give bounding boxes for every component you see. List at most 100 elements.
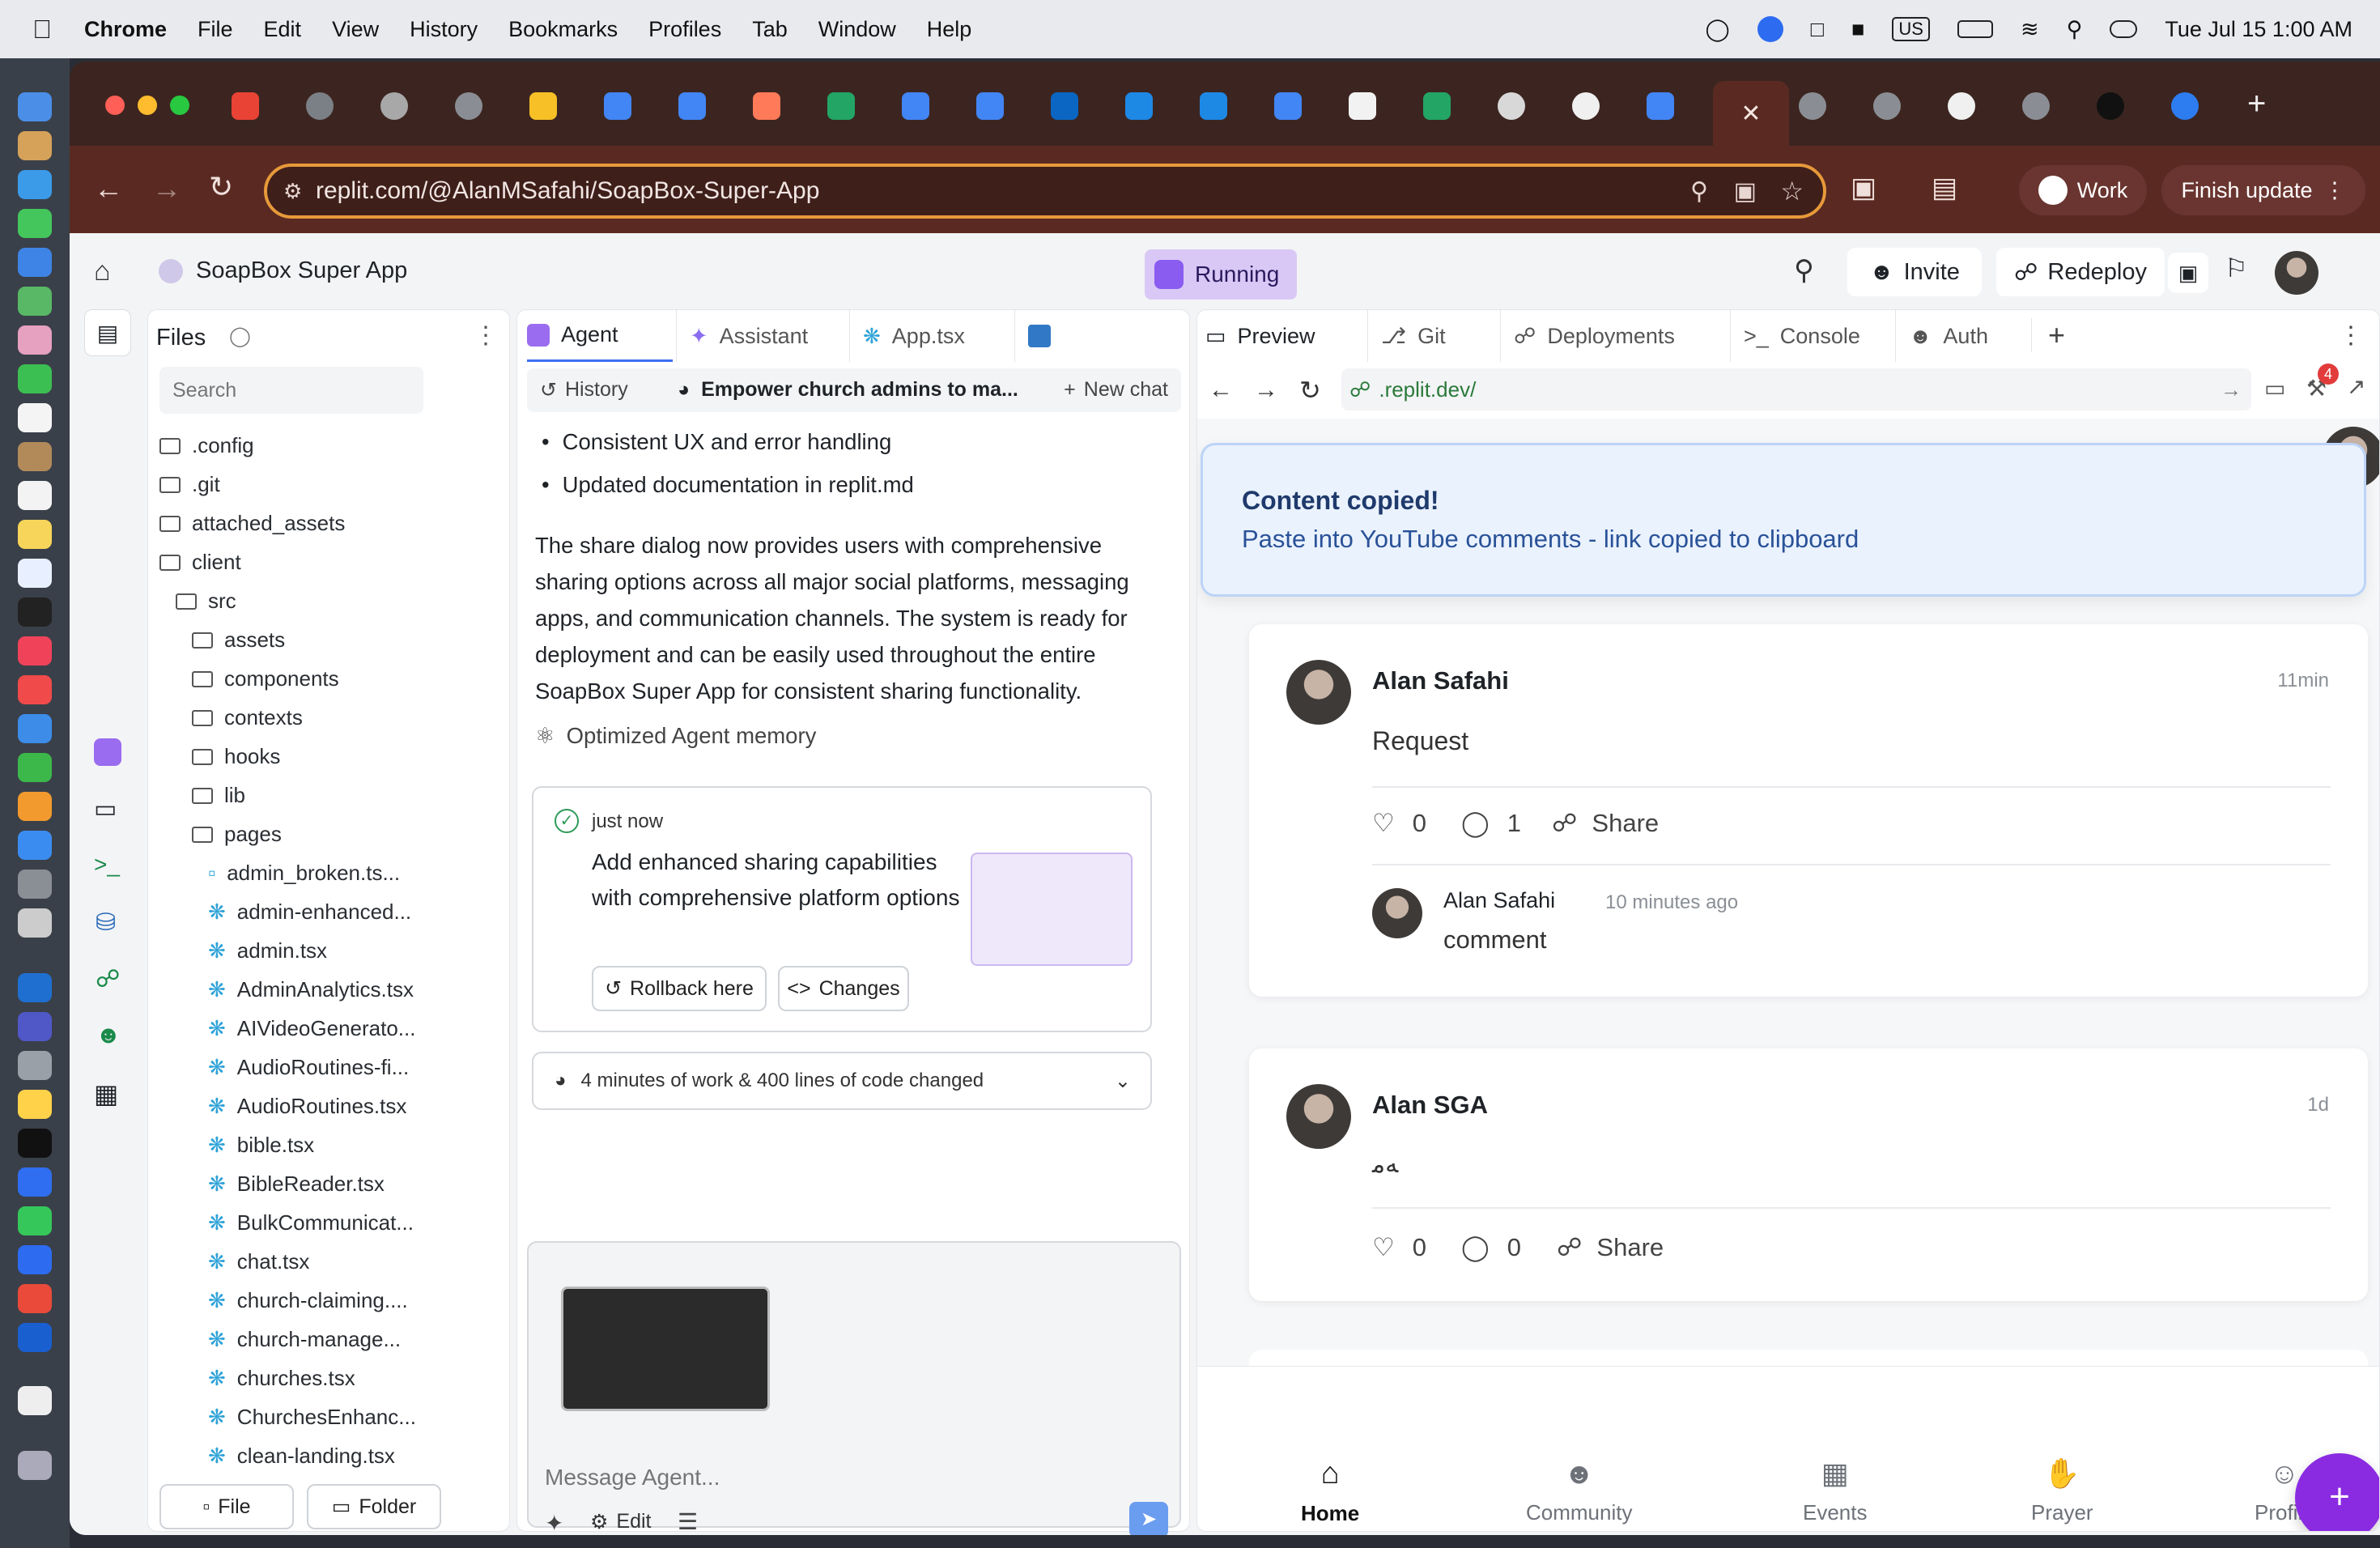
add-tab-icon[interactable]: +	[2031, 318, 2065, 352]
run-status-button[interactable]: Running	[1145, 249, 1297, 300]
device-preview-icon[interactable]: ▭	[2264, 375, 2285, 402]
replit-agent-icon[interactable]	[94, 738, 121, 766]
history-button[interactable]: ↺ History	[540, 378, 628, 402]
dock-app-icon[interactable]	[18, 1090, 52, 1119]
tab-search-icon[interactable]: ▤	[1932, 172, 1957, 204]
search-icon[interactable]: ⚲	[1794, 254, 1814, 287]
folder-pages[interactable]: pages	[192, 822, 282, 847]
tab-github-icon[interactable]	[1948, 92, 1975, 120]
comment-author[interactable]: Alan Safahi	[1443, 888, 1555, 913]
changes-button[interactable]: <> Changes	[778, 966, 909, 1011]
close-tab-icon[interactable]: ✕	[1740, 100, 1761, 128]
menu-help[interactable]: Help	[927, 17, 972, 42]
checkpoint-thumbnail[interactable]	[971, 853, 1133, 966]
wifi-icon[interactable]: ≋	[2021, 17, 2039, 42]
dock-pages-icon[interactable]	[18, 792, 52, 821]
back-icon[interactable]: ←	[94, 172, 123, 206]
tab-git[interactable]: ⎇ Git	[1367, 310, 1497, 362]
dock-keynote-icon[interactable]	[18, 714, 52, 743]
tab-docs-icon[interactable]	[1274, 92, 1302, 120]
menu-history[interactable]: History	[410, 17, 478, 42]
new-folder-button[interactable]: ▭ Folder	[307, 1484, 441, 1529]
dock-document-icon[interactable]	[18, 1386, 52, 1415]
tab-favicon[interactable]	[2022, 92, 2050, 120]
preview-menu-icon[interactable]: ⋮	[2339, 321, 2363, 350]
tab-sheets-icon[interactable]	[1423, 92, 1451, 120]
folder-src[interactable]: src	[176, 589, 236, 614]
folder-client[interactable]: client	[159, 550, 241, 575]
files-search-input[interactable]	[159, 367, 423, 414]
like-button[interactable]: ♡ 0	[1372, 1233, 1426, 1262]
tab-drive-icon[interactable]	[529, 92, 557, 120]
folder-contexts[interactable]: contexts	[192, 705, 303, 730]
file-item[interactable]: ❋ church-manage...	[208, 1327, 401, 1352]
tab-deployments[interactable]: ☍ Deployments	[1500, 310, 1727, 362]
project-name[interactable]: SoapBox Super App	[196, 257, 407, 284]
dock-finder-icon[interactable]	[18, 92, 52, 121]
tab-openai-icon[interactable]	[1498, 92, 1525, 120]
post-author-avatar[interactable]	[1286, 1084, 1351, 1149]
tab-openai-icon[interactable]	[2097, 92, 2124, 120]
dock-calendar-icon[interactable]	[18, 403, 52, 432]
dock-whatsapp-icon[interactable]	[18, 1206, 52, 1235]
share-button[interactable]: ☍ Share	[1552, 809, 1659, 838]
outlook-status-icon[interactable]: □	[1811, 17, 1824, 42]
dock-chrome-icon[interactable]	[18, 1284, 52, 1313]
dock-zoom-icon[interactable]	[18, 1245, 52, 1274]
file-item[interactable]: ❋ AdminAnalytics.tsx	[208, 977, 414, 1002]
comment-button[interactable]: ◯ 1	[1461, 809, 1521, 838]
site-info-icon[interactable]: ⚙	[283, 179, 302, 204]
preview-reload-icon[interactable]: ↻	[1299, 375, 1321, 406]
tab-docs-icon[interactable]	[902, 92, 929, 120]
dock-app-icon[interactable]	[18, 908, 52, 938]
file-item[interactable]: ❋ AudioRoutines-fi...	[208, 1055, 409, 1080]
all-tools-icon[interactable]: ▦	[94, 1078, 118, 1109]
teams-status-icon[interactable]: ■	[1851, 17, 1864, 42]
tab-assistant[interactable]: ✦ Assistant	[676, 310, 846, 362]
dock-tv-icon[interactable]	[18, 598, 52, 627]
maximize-window-button[interactable]	[170, 96, 189, 115]
folder-lib[interactable]: lib	[192, 783, 245, 808]
tab-favicon[interactable]	[2171, 92, 2199, 120]
tab-gmail-icon[interactable]	[232, 92, 259, 120]
dock-app-icon[interactable]	[18, 1051, 52, 1080]
nav-community[interactable]: ☻ Community	[1526, 1457, 1632, 1525]
control-center-icon[interactable]	[2110, 20, 2138, 38]
file-item[interactable]: ❋ BibleReader.tsx	[208, 1172, 385, 1197]
nav-prayer[interactable]: ✋ Prayer	[2031, 1457, 2093, 1525]
minimize-window-button[interactable]	[138, 96, 157, 115]
menu-tab[interactable]: Tab	[752, 17, 788, 42]
folder-config[interactable]: .config	[159, 433, 254, 458]
dock-mail-icon[interactable]	[18, 248, 52, 277]
forward-icon[interactable]: →	[152, 172, 181, 206]
dock-teams-icon[interactable]	[18, 1012, 52, 1041]
dock-trash-icon[interactable]	[18, 1451, 52, 1480]
tab-agent[interactable]: Agent	[527, 310, 673, 362]
dock-safari-icon[interactable]	[18, 170, 52, 199]
invite-button[interactable]: ☻ Invite	[1847, 248, 1982, 296]
tab-sheets-icon[interactable]	[827, 92, 855, 120]
tab-preview[interactable]: ▭ Preview	[1205, 310, 1367, 362]
database-icon[interactable]: ⛁	[96, 908, 116, 937]
tab-auth[interactable]: ☻ Auth	[1895, 310, 2041, 362]
post-author-avatar[interactable]	[1286, 660, 1351, 725]
send-button[interactable]: ➤	[1129, 1502, 1168, 1535]
file-item[interactable]: ❋ AudioRoutines.tsx	[208, 1094, 406, 1119]
tab-github-icon[interactable]	[1572, 92, 1600, 120]
file-item[interactable]: ❋ BulkCommunicat...	[208, 1210, 414, 1235]
files-toggle-icon[interactable]: ▤	[84, 309, 131, 356]
tab-app-tsx[interactable]: ❋ App.tsx	[849, 310, 1011, 362]
console-icon[interactable]: >_	[94, 852, 120, 878]
tab-docs-icon[interactable]	[678, 92, 706, 120]
menu-window[interactable]: Window	[818, 17, 896, 42]
dock-1password-icon[interactable]	[18, 1323, 52, 1352]
folder-git[interactable]: .git	[159, 472, 220, 497]
dock-news-icon[interactable]	[18, 675, 52, 704]
tab-docs-icon[interactable]	[1647, 92, 1674, 120]
new-chat-button[interactable]: + New chat	[1064, 378, 1168, 402]
preview-url-bar[interactable]: ☍ .replit.dev/ →	[1341, 368, 2251, 410]
file-item[interactable]: ❋ AIVideoGenerato...	[208, 1016, 415, 1041]
create-post-fab[interactable]: +	[2295, 1453, 2379, 1531]
tab-favicon[interactable]	[306, 92, 334, 120]
tab-ts-file[interactable]	[1014, 310, 1063, 362]
